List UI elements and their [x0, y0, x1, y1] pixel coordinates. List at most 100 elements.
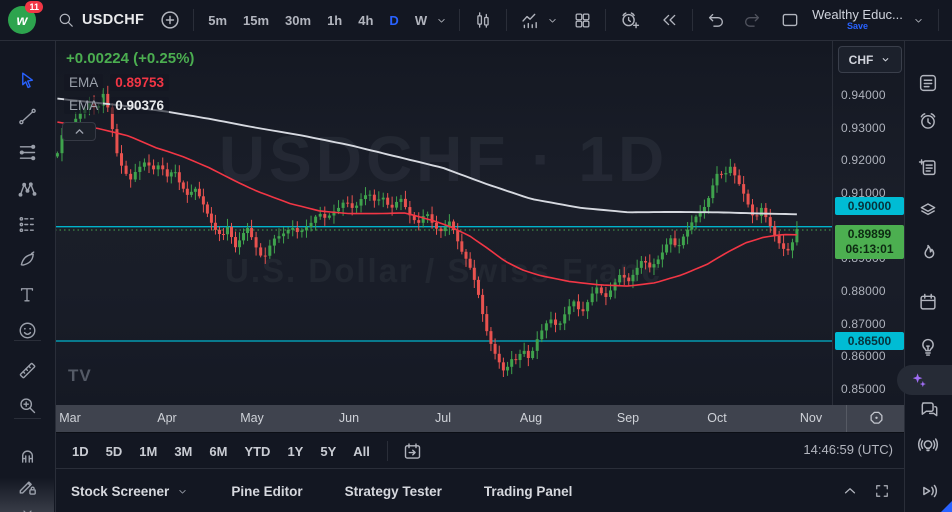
save-button[interactable]: Save — [847, 21, 868, 31]
timeframe-dropdown-chevron-icon[interactable] — [432, 6, 450, 34]
range-5d-button[interactable]: 5D — [106, 444, 123, 459]
sidebar-notes-button[interactable] — [913, 152, 943, 182]
tool-brush[interactable] — [11, 243, 43, 275]
alert-create-button[interactable] — [615, 6, 643, 34]
timeframe-D[interactable]: D — [384, 10, 403, 31]
sidebar-alerts-button[interactable] — [913, 106, 943, 136]
tool-forecast[interactable] — [11, 208, 43, 240]
ema-label: EMA — [64, 74, 104, 91]
trading-panel-tab[interactable]: Trading Panel — [484, 484, 573, 499]
pine-editor-tab[interactable]: Pine Editor — [231, 484, 302, 499]
calendar-icon — [917, 291, 939, 313]
range-1d-button[interactable]: 1D — [72, 444, 89, 459]
layout-name-button[interactable]: Wealthy Educ... Save — [812, 8, 903, 31]
divider — [386, 441, 388, 461]
sidebar-chat-button[interactable] — [913, 394, 943, 424]
more-icon — [19, 504, 36, 512]
currency-label: CHF — [848, 52, 874, 67]
fullscreen-button[interactable] — [873, 482, 891, 500]
notification-badge: 11 — [25, 1, 43, 13]
chart-canvas[interactable] — [55, 40, 832, 405]
alerts-icon — [917, 110, 939, 132]
range-1m-button[interactable]: 1M — [139, 444, 157, 459]
layout-grid-button[interactable] — [568, 6, 596, 34]
date-range-toolbar: 1D 5D 1M 3M 6M YTD 1Y 5Y All 14:46:59 (UTC) — [55, 432, 905, 469]
sidebar-ideas-button[interactable] — [913, 332, 943, 362]
stock-screener-tab[interactable]: Stock Screener — [71, 484, 189, 499]
streams-icon — [917, 480, 939, 502]
price-tick-label: 0.92000 — [841, 153, 886, 168]
price-tick-label: 0.87000 — [841, 316, 886, 331]
chart-settings-gear-icon[interactable] — [858, 407, 894, 430]
sidebar-watchlist-button[interactable] — [913, 68, 943, 98]
compare-add-symbol-button[interactable] — [156, 6, 184, 34]
redo-button[interactable] — [738, 6, 766, 34]
range-6m-button[interactable]: 6M — [209, 444, 227, 459]
divider — [459, 9, 461, 31]
symbol-search-button[interactable]: USDCHF — [56, 6, 144, 34]
indicator-legend-row[interactable]: EMA 0.89753 — [64, 74, 170, 91]
chevron-up-icon — [75, 129, 83, 134]
last-price-value: 0.89899 — [847, 226, 892, 241]
currency-toggle-button[interactable]: CHF — [838, 46, 902, 73]
level-price-label: 0.90000 — [835, 196, 904, 215]
utc-clock[interactable]: 14:46:59 (UTC) — [803, 442, 893, 457]
undo-button[interactable] — [702, 6, 730, 34]
indicators-chevron-icon[interactable] — [544, 6, 560, 34]
indicator-legend-row[interactable]: EMA 0.90376 — [64, 97, 170, 114]
hotlists-icon — [917, 242, 939, 264]
sidebar-calendar-button[interactable] — [913, 287, 943, 317]
pattern-xabcd-icon — [17, 179, 38, 200]
timeframe-30m[interactable]: 30m — [280, 10, 316, 31]
timeframe-5m[interactable]: 5m — [203, 10, 232, 31]
tool-zoom-in[interactable] — [11, 389, 43, 421]
footer-tab-label: Stock Screener — [71, 483, 170, 499]
panel-expand-chevron-button[interactable] — [841, 482, 859, 500]
market-status-clock-icon[interactable] — [948, 6, 952, 34]
sidebar-live-ideas-button[interactable] — [913, 430, 943, 460]
layout-rect-icon[interactable] — [776, 6, 804, 34]
tool-magnet[interactable] — [11, 439, 43, 471]
timeframe-1h[interactable]: 1h — [322, 10, 347, 31]
go-to-date-button[interactable] — [402, 441, 423, 462]
bar-replay-button[interactable] — [655, 6, 683, 34]
tool-trend-line[interactable] — [11, 100, 43, 132]
sidebar-ai-sparkles-button[interactable] — [897, 365, 952, 395]
range-3m-button[interactable]: 3M — [174, 444, 192, 459]
legend-collapse-button[interactable] — [62, 122, 96, 141]
range-5y-button[interactable]: 5Y — [320, 444, 336, 459]
chart-style-button[interactable] — [469, 6, 497, 34]
range-1y-button[interactable]: 1Y — [287, 444, 303, 459]
tool-emoji[interactable] — [11, 314, 43, 346]
range-ytd-button[interactable]: YTD — [244, 444, 270, 459]
tool-fib-retracement[interactable] — [11, 136, 43, 168]
timeframe-15m[interactable]: 15m — [238, 10, 274, 31]
cursor-icon — [17, 70, 38, 91]
sidebar-hotlists-button[interactable] — [913, 238, 943, 268]
tool-pattern-xabcd[interactable] — [11, 173, 43, 205]
price-axis[interactable]: CHF 0.940000.930000.920000.910000.890000… — [832, 40, 906, 405]
sidebar-streams-button[interactable] — [913, 476, 943, 506]
layers-icon — [917, 198, 939, 220]
time-axis-label: Sep — [616, 411, 640, 425]
timeframe-W[interactable]: W — [410, 10, 432, 31]
footer-tab-label: Trading Panel — [483, 483, 573, 499]
brand-logo-icon: w — [16, 12, 28, 28]
footer-tab-label: Pine Editor — [231, 483, 303, 499]
sidebar-layers-button[interactable] — [913, 194, 943, 224]
tradingview-app: w 11 USDCHF 5m 15m 30m 1h 4h D W Wealthy Educ.… — [0, 0, 952, 512]
tool-cursor[interactable] — [11, 64, 43, 96]
timeframe-4h[interactable]: 4h — [353, 10, 378, 31]
strategy-tester-tab[interactable]: Strategy Tester — [345, 484, 442, 499]
indicators-button[interactable] — [516, 6, 544, 34]
tool-more[interactable] — [11, 496, 43, 512]
tool-ruler[interactable] — [11, 354, 43, 386]
tradingview-logo-watermark[interactable]: TV — [68, 366, 92, 386]
range-all-button[interactable]: All — [353, 444, 370, 459]
layout-chevron-icon[interactable] — [909, 6, 929, 34]
notes-icon — [917, 156, 939, 178]
time-axis[interactable]: Mar Apr May Jun Jul Aug Sep Oct Nov — [55, 405, 905, 432]
time-axis-label: Mar — [59, 411, 81, 425]
user-avatar[interactable]: w 11 — [8, 1, 43, 34]
tool-text[interactable] — [11, 279, 43, 311]
